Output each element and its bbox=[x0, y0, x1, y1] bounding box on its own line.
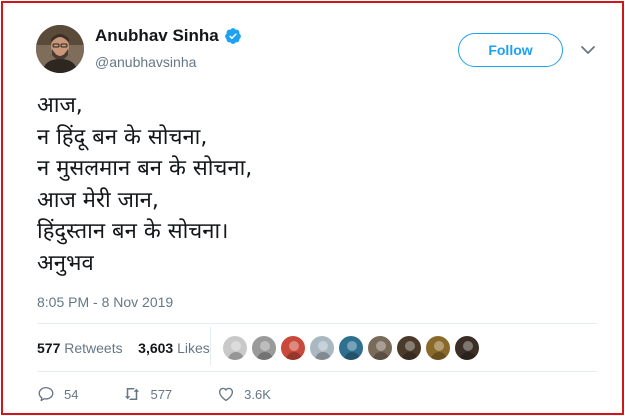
avatar-image bbox=[36, 25, 84, 73]
retweet-icon bbox=[125, 388, 140, 400]
liker-avatar[interactable] bbox=[338, 335, 364, 361]
liker-avatars bbox=[222, 335, 483, 361]
tweet-text: आज, न हिंदू बन के सोचना, न मुसलमान बन के… bbox=[37, 90, 597, 279]
display-name-text: Anubhav Sinha bbox=[95, 26, 219, 45]
likes-label: Likes bbox=[177, 340, 210, 356]
tweet-timestamp[interactable]: 8:05 PM - 8 Nov 2019 bbox=[37, 294, 173, 310]
retweets-count: 577 bbox=[37, 340, 61, 356]
retweet-button[interactable]: 577 bbox=[123, 385, 172, 403]
tweet-line: न हिंदू बन के सोचना, bbox=[37, 124, 208, 150]
likes-stat[interactable]: 3,603 Likes bbox=[138, 340, 210, 356]
reply-count: 54 bbox=[64, 386, 79, 402]
user-handle[interactable]: @anubhavsinha bbox=[95, 54, 196, 70]
stats-separator bbox=[210, 327, 211, 365]
tweet-line: आज, bbox=[37, 93, 83, 118]
liker-avatar[interactable] bbox=[454, 335, 480, 361]
liker-avatar[interactable] bbox=[222, 335, 248, 361]
tweet-card: Anubhav Sinha @anubhavsinha Follow आज, न… bbox=[1, 1, 624, 415]
tweet-line: आज मेरी जान, bbox=[37, 187, 159, 213]
reply-icon bbox=[38, 386, 54, 402]
avatar[interactable] bbox=[36, 25, 84, 73]
tweet-actions: 54 577 3.6K bbox=[37, 385, 316, 403]
liker-avatar[interactable] bbox=[396, 335, 422, 361]
chevron-down-icon[interactable] bbox=[580, 42, 596, 58]
retweet-count: 577 bbox=[150, 386, 173, 402]
retweets-label: Retweets bbox=[64, 340, 123, 356]
divider bbox=[37, 323, 597, 324]
like-button[interactable]: 3.6K bbox=[217, 385, 271, 403]
tweet-line: हिंदुस्तान बन के सोचना। bbox=[37, 219, 229, 244]
engagement-stats: 577 Retweets 3,603 Likes bbox=[37, 340, 210, 356]
reply-button[interactable]: 54 bbox=[37, 385, 78, 403]
like-count: 3.6K bbox=[244, 386, 271, 402]
tweet-line: न मुसलमान बन के सोचना, bbox=[37, 156, 253, 181]
liker-avatar[interactable] bbox=[251, 335, 277, 361]
likes-count: 3,603 bbox=[138, 340, 174, 356]
divider bbox=[37, 371, 597, 372]
liker-avatar[interactable] bbox=[309, 335, 335, 361]
verified-badge-icon bbox=[224, 28, 241, 44]
follow-button[interactable]: Follow bbox=[458, 33, 563, 67]
tweet-line: अनुभव bbox=[37, 250, 94, 276]
retweets-stat[interactable]: 577 Retweets bbox=[37, 340, 123, 356]
heart-icon bbox=[219, 387, 234, 402]
liker-avatar[interactable] bbox=[367, 335, 393, 361]
display-name[interactable]: Anubhav Sinha bbox=[95, 26, 242, 46]
liker-avatar[interactable] bbox=[425, 335, 451, 361]
liker-avatar[interactable] bbox=[280, 335, 306, 361]
